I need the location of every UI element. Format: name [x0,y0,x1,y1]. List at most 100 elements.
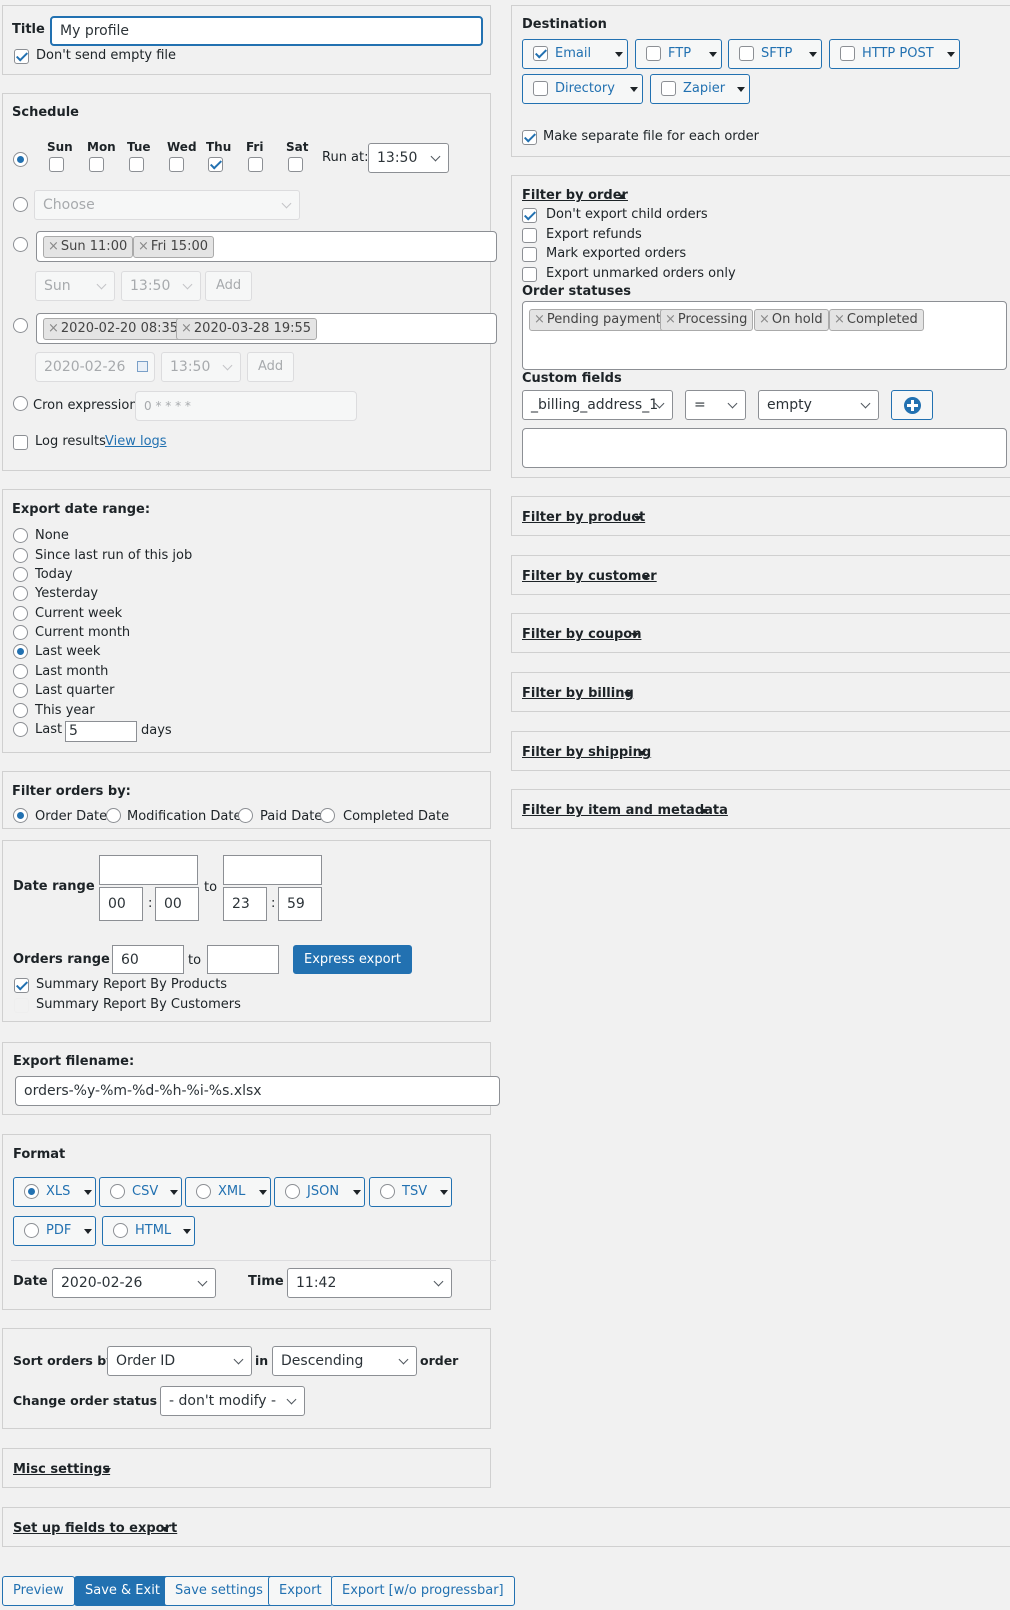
remove-icon[interactable]: × [759,312,770,327]
range-yesterday-radio[interactable] [13,586,28,601]
format-time-select[interactable]: 11:42 [287,1268,452,1298]
dest-ftp-checkbox[interactable] [646,46,661,61]
dest-email-button[interactable]: Email [522,39,628,69]
schedule-weekly-radio[interactable] [13,152,28,167]
orders-range-to-input[interactable] [207,945,279,974]
custom-field-value-select[interactable]: empty [758,390,879,420]
remove-icon[interactable]: × [138,239,149,254]
express-export-button[interactable]: Express export [293,945,413,974]
format-csv-button[interactable]: CSV [99,1177,182,1207]
cron-input[interactable]: 0 * * * * [135,391,357,421]
separate-file-checkbox[interactable] [522,130,537,145]
format-xls-button[interactable]: XLS [13,1177,96,1207]
filter-by-billing-toggle[interactable]: Filter by billing [522,686,634,701]
range-since-last-radio[interactable] [13,548,28,563]
remove-icon[interactable]: × [834,312,845,327]
dest-http-post-checkbox[interactable] [840,46,855,61]
filter-by-shipping-toggle[interactable]: Filter by shipping [522,745,651,760]
filter-by-product-toggle[interactable]: Filter by product [522,510,645,525]
format-html-button[interactable]: HTML [102,1216,195,1246]
change-status-select[interactable]: - don't modify - [160,1386,305,1416]
filter-paid-date-radio[interactable] [238,808,253,823]
range-last-month-radio[interactable] [13,664,28,679]
date-tag-2[interactable]: × 2020-03-28 19:55 [176,318,318,340]
time-from-hour-input[interactable]: 00 [99,887,143,921]
remove-icon[interactable]: × [181,321,192,336]
remove-icon[interactable]: × [48,321,59,336]
format-pdf-radio[interactable] [24,1223,39,1238]
format-tsv-radio[interactable] [380,1184,395,1199]
export-no-progressbar-button[interactable]: Export [w/o progressbar] [331,1576,515,1606]
format-xml-radio[interactable] [196,1184,211,1199]
day-tue-checkbox[interactable] [129,157,144,172]
format-pdf-button[interactable]: PDF [13,1216,96,1246]
format-xls-radio[interactable] [24,1184,39,1199]
custom-field-select[interactable]: _billing_address_1 [522,390,673,420]
dest-email-checkbox[interactable] [533,46,548,61]
range-none-radio[interactable] [13,528,28,543]
export-filename-input[interactable]: orders-%y-%m-%d-%h-%i-%s.xlsx [15,1076,500,1106]
custom-fields-box[interactable] [522,428,1007,468]
filter-by-customer-toggle[interactable]: Filter by customer [522,569,657,584]
range-last-week-radio[interactable] [13,644,28,659]
dest-ftp-button[interactable]: FTP [635,39,722,69]
status-tag-pending[interactable]: × Pending payment [529,309,667,331]
schedule-date-time-select[interactable]: 13:50 [161,352,241,382]
format-xml-button[interactable]: XML [185,1177,271,1207]
day-sat-checkbox[interactable] [288,157,303,172]
sort-direction-select[interactable]: Descending [272,1346,417,1376]
save-settings-button[interactable]: Save settings [164,1576,274,1606]
custom-field-operator-select[interactable]: = [685,390,746,420]
date-from-input[interactable] [99,855,198,885]
schedule-dates-radio[interactable] [13,318,28,333]
save-exit-button[interactable]: Save & Exit [74,1576,171,1606]
title-input[interactable]: My profile [50,16,483,46]
weekly-time-select[interactable]: 13:50 [121,271,201,301]
day-thu-checkbox[interactable] [208,157,223,172]
format-csv-radio[interactable] [110,1184,125,1199]
format-json-button[interactable]: JSON [274,1177,365,1207]
no-child-orders-checkbox[interactable] [522,208,537,223]
misc-settings-toggle[interactable]: Misc settings [13,1462,110,1477]
date-add-button[interactable]: Add [247,352,295,382]
status-tag-processing[interactable]: × Processing [660,309,754,331]
day-fri-checkbox[interactable] [248,157,263,172]
dest-zapier-checkbox[interactable] [661,81,676,96]
remove-icon[interactable]: × [534,312,545,327]
range-current-week-radio[interactable] [13,606,28,621]
calendar-icon[interactable] [137,361,148,372]
status-tag-on-hold[interactable]: × On hold [754,309,829,331]
date-to-input[interactable] [223,855,322,885]
status-tag-completed[interactable]: × Completed [829,309,924,331]
setup-fields-toggle[interactable]: Set up fields to export [13,1521,177,1536]
summary-customers-checkbox[interactable] [14,998,29,1013]
dont-send-empty-checkbox[interactable] [14,49,29,64]
dest-sftp-button[interactable]: SFTP [728,39,822,69]
format-json-radio[interactable] [285,1184,300,1199]
log-results-checkbox[interactable] [13,435,28,450]
format-date-select[interactable]: 2020-02-26 [52,1268,216,1298]
format-tsv-button[interactable]: TSV [369,1177,452,1207]
weekly-tag-fri[interactable]: × Fri 15:00 [133,236,214,258]
range-this-year-radio[interactable] [13,703,28,718]
filter-completed-date-radio[interactable] [320,808,335,823]
date-tag-1[interactable]: × 2020-02-20 08:35 [43,318,185,340]
last-days-input[interactable]: 5 [65,721,137,742]
day-wed-checkbox[interactable] [169,157,184,172]
export-button[interactable]: Export [268,1576,333,1606]
weekly-day-select[interactable]: Sun [35,271,115,301]
range-today-radio[interactable] [13,567,28,582]
schedule-times-radio[interactable] [13,237,28,252]
dest-directory-checkbox[interactable] [533,81,548,96]
filter-modification-date-radio[interactable] [106,808,121,823]
mark-exported-checkbox[interactable] [522,247,537,262]
range-last-quarter-radio[interactable] [13,683,28,698]
day-mon-checkbox[interactable] [89,157,104,172]
schedule-interval-radio[interactable] [13,197,28,212]
run-at-select[interactable]: 13:50 [368,143,449,173]
time-from-min-input[interactable]: 00 [155,887,199,921]
dest-sftp-checkbox[interactable] [739,46,754,61]
view-logs-link[interactable]: View logs [105,434,167,449]
filter-order-date-radio[interactable] [13,808,28,823]
format-html-radio[interactable] [113,1223,128,1238]
